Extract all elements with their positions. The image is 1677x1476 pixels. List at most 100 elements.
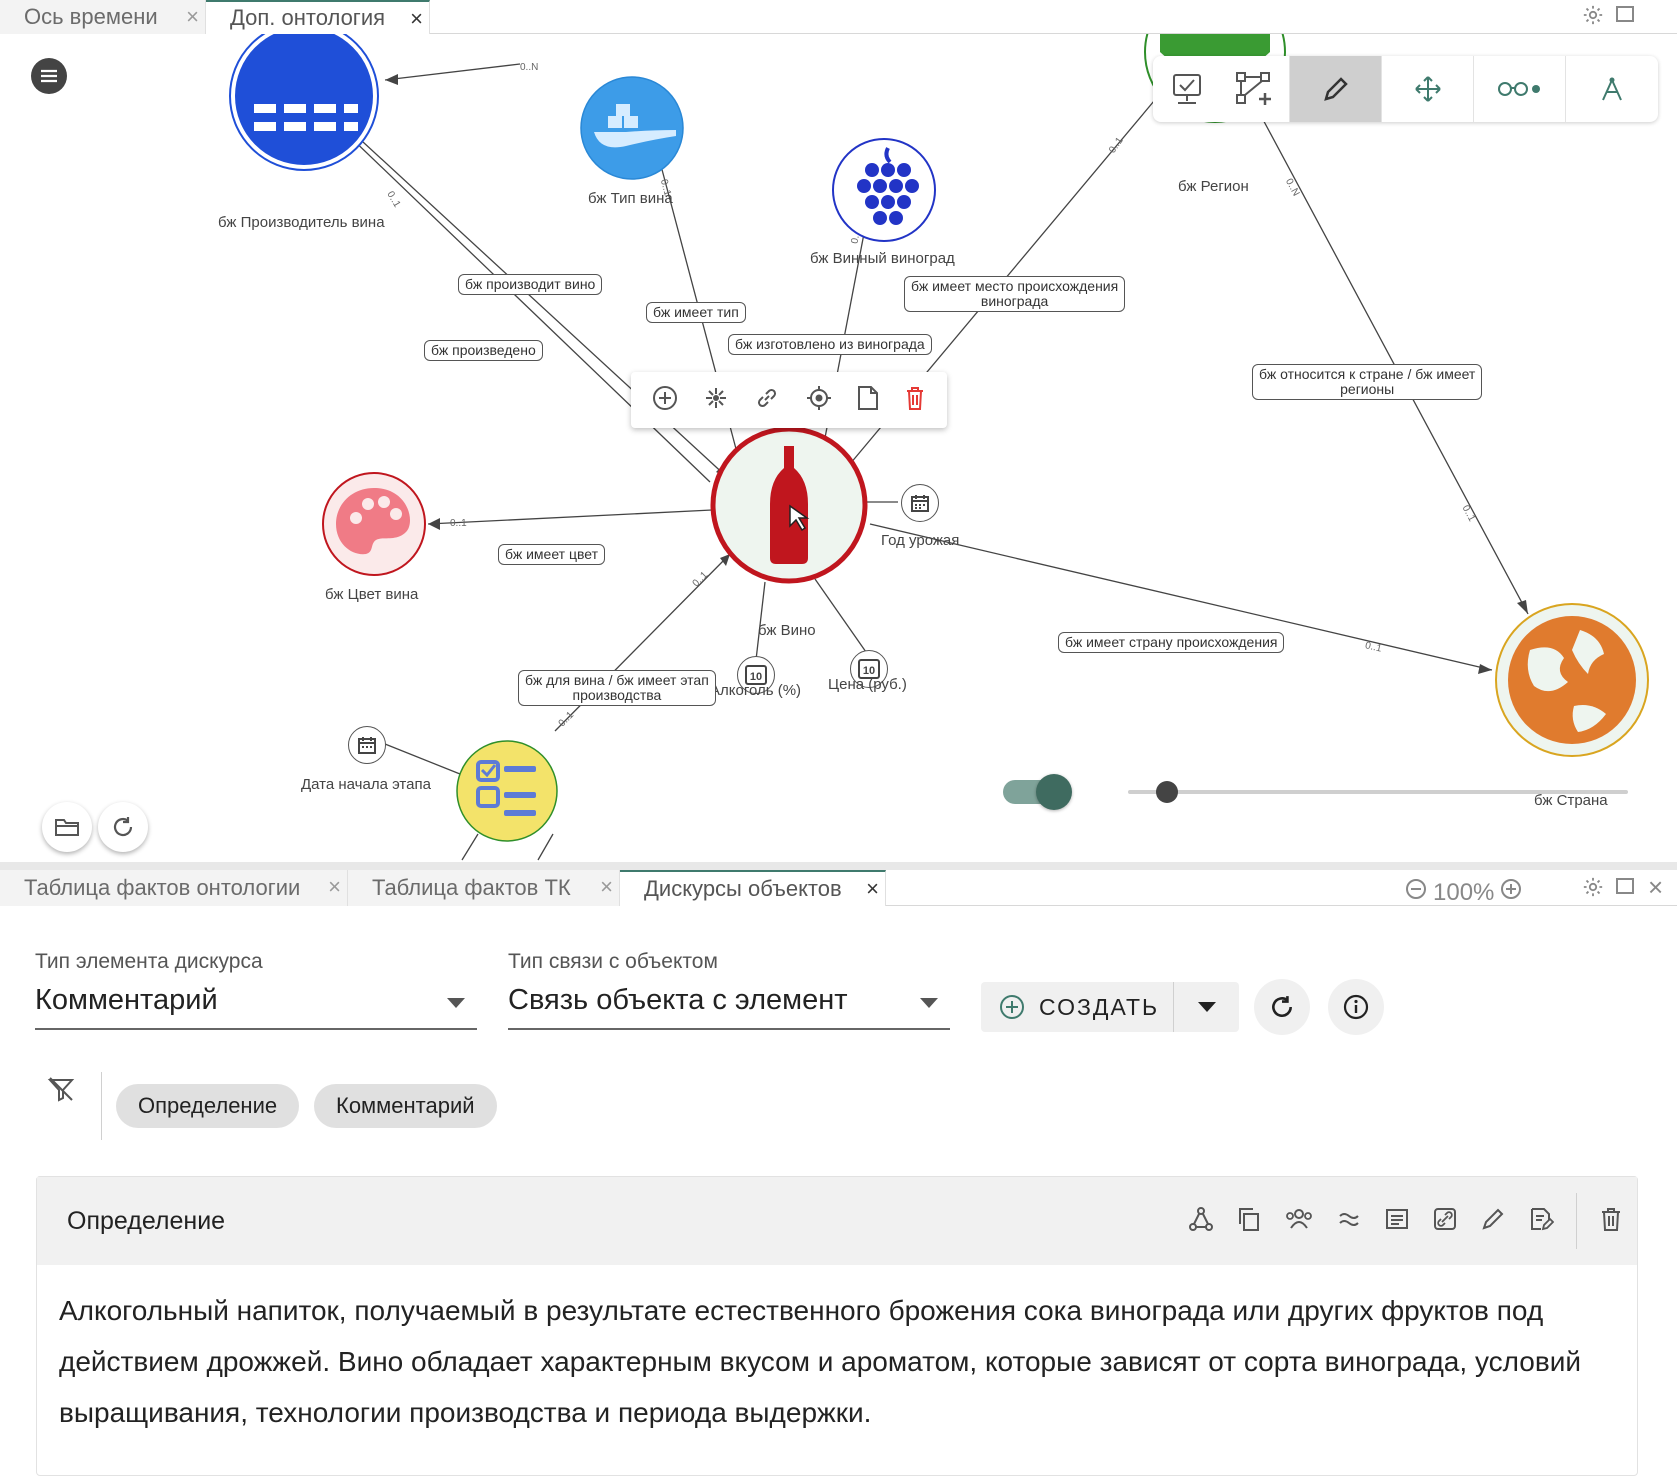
node-wine-selected[interactable] [710, 426, 868, 584]
graph-link-icon[interactable] [1188, 1206, 1214, 1237]
maximize-icon[interactable] [1615, 4, 1635, 30]
open-folder-button[interactable] [42, 802, 92, 852]
element-type-select[interactable]: Комментарий [35, 974, 477, 1030]
toggle-knob[interactable] [1036, 774, 1072, 810]
edge-label-produces-wine[interactable]: бж производит вино [458, 274, 603, 295]
copy-icon[interactable] [1236, 1206, 1262, 1237]
node-wine-type[interactable] [580, 76, 684, 180]
attribute-label-price: Цена (руб.) [828, 676, 907, 693]
edge-label-made-from-grape[interactable]: бж изготовлено из винограда [728, 334, 932, 355]
attach-link-icon[interactable] [1432, 1206, 1458, 1237]
create-button[interactable]: СОЗДАТЬ [981, 982, 1173, 1032]
create-button-label: СОЗДАТЬ [1039, 993, 1160, 1020]
users-icon[interactable] [1284, 1206, 1314, 1237]
view-mode-glasses-icon[interactable] [1473, 56, 1565, 122]
close-icon[interactable]: × [410, 6, 423, 32]
tab-object-discourses[interactable]: Дискурсы объектов × [620, 870, 886, 906]
info-button[interactable] [1328, 979, 1384, 1035]
discourse-card-definition: Определение Алкогольный напиток, получае… [36, 1176, 1638, 1476]
maximize-icon[interactable] [1615, 876, 1635, 902]
target-icon[interactable] [806, 385, 832, 416]
clear-filter-icon[interactable] [46, 1074, 76, 1104]
multiplicity-label: 0..1 [450, 518, 467, 529]
edge-label-grape-origin[interactable]: бж имеет место происхождения винограда [904, 276, 1126, 312]
refresh-button[interactable] [1254, 979, 1310, 1035]
calendar-icon[interactable] [348, 726, 386, 764]
node-wine-color[interactable] [322, 472, 426, 576]
validate-icon[interactable] [1153, 56, 1221, 122]
tab-extra-ontology[interactable]: Доп. онтология × [206, 0, 430, 34]
node-label-wine: бж Вино [758, 622, 816, 639]
link-type-select[interactable]: Связь объекта с элемент [508, 974, 950, 1030]
slider-knob[interactable] [1156, 781, 1178, 803]
add-circle-icon[interactable] [652, 385, 678, 416]
chip-comment[interactable]: Комментарий [314, 1084, 497, 1128]
create-dropdown-toggle[interactable] [1173, 982, 1239, 1032]
tab-ontology-facts[interactable]: Таблица фактов онтологии × [0, 870, 348, 906]
tab-label: Доп. онтология [230, 5, 386, 30]
edge-label-produced[interactable]: бж произведено [424, 340, 543, 361]
approx-icon[interactable] [1336, 1206, 1362, 1237]
element-type-label: Тип элемента дискурса [35, 950, 263, 973]
chip-definition[interactable]: Определение [116, 1084, 300, 1128]
gear-icon[interactable] [1582, 4, 1604, 32]
refresh-icon [113, 817, 133, 837]
close-icon[interactable]: × [328, 874, 341, 900]
add-node-graph-icon[interactable] [1221, 56, 1289, 122]
edit-document-icon[interactable] [1528, 1206, 1555, 1237]
delete-icon[interactable] [904, 385, 926, 416]
graph-mode-toolbar [1153, 56, 1658, 122]
depth-slider[interactable] [1128, 790, 1628, 794]
document-icon[interactable] [857, 385, 879, 416]
tab-label: Ось времени [24, 4, 158, 29]
text-block-icon[interactable] [1384, 1206, 1410, 1237]
field-underline [35, 1028, 477, 1030]
element-type-value: Комментарий [35, 984, 218, 1016]
bottom-tab-bar: Таблица фактов онтологии × Таблица факто… [0, 870, 1677, 906]
attribute-label-stage-start: Дата начала этапа [301, 776, 431, 793]
close-icon[interactable]: × [186, 4, 199, 30]
zoom-in-icon[interactable] [1500, 878, 1522, 907]
card-title: Определение [67, 1206, 226, 1235]
node-grape[interactable] [832, 138, 936, 242]
layout-mode-icon[interactable] [1565, 56, 1657, 122]
pencil-icon[interactable] [1480, 1206, 1506, 1237]
node-label-region: бж Регион [1178, 178, 1249, 195]
edge-label-country-region[interactable]: бж относится к стране / бж имеет регионы [1252, 364, 1483, 400]
refresh-graph-button[interactable] [98, 802, 148, 852]
node-production-stage[interactable] [456, 740, 558, 842]
add-circle-icon [1000, 995, 1024, 1019]
edge-label-has-color[interactable]: бж имеет цвет [498, 544, 606, 565]
chevron-down-icon [1197, 1002, 1216, 1012]
close-icon[interactable]: × [866, 876, 879, 902]
node-country[interactable] [1494, 602, 1650, 758]
tab-timeline[interactable]: Ось времени × [0, 0, 206, 34]
node-label-country: бж Страна [1534, 792, 1608, 809]
trash-icon[interactable] [1599, 1206, 1623, 1237]
edit-mode-pencil-icon[interactable] [1289, 56, 1381, 122]
tab-tk-facts[interactable]: Таблица фактов ТК × [348, 870, 620, 906]
edge-label-production-stage[interactable]: бж для вина / бж имеет этап производства [518, 670, 716, 706]
wine-bottle-icon [710, 426, 868, 584]
edge-label-has-country[interactable]: бж имеет страну происхождения [1058, 632, 1285, 653]
zoom-level: 100% [1433, 878, 1495, 906]
ontology-graph-canvas[interactable]: 0..N 0..1 0..1 0..1 0..1 0..N 0..1 0..1 … [0, 34, 1677, 862]
panel-divider[interactable] [0, 862, 1677, 870]
tab-label: Таблица фактов ТК [372, 875, 571, 900]
grape-icon [832, 138, 936, 242]
node-manufacturer[interactable] [228, 34, 380, 174]
factory-icon [229, 34, 379, 171]
chevron-down-icon [447, 998, 465, 1008]
close-icon[interactable]: × [1648, 872, 1663, 903]
calendar-icon[interactable] [901, 484, 939, 522]
node-label-wine-type: бж Тип вина [588, 190, 673, 207]
card-actions [1188, 1177, 1623, 1265]
link-icon[interactable] [754, 385, 780, 416]
gear-icon[interactable] [1582, 876, 1604, 904]
expand-network-icon[interactable] [703, 385, 729, 416]
move-mode-icon[interactable] [1381, 56, 1473, 122]
edge-label-has-type[interactable]: бж имеет тип [646, 302, 746, 323]
close-icon[interactable]: × [600, 874, 613, 900]
zoom-out-icon[interactable] [1405, 878, 1427, 907]
menu-icon[interactable] [31, 58, 67, 94]
